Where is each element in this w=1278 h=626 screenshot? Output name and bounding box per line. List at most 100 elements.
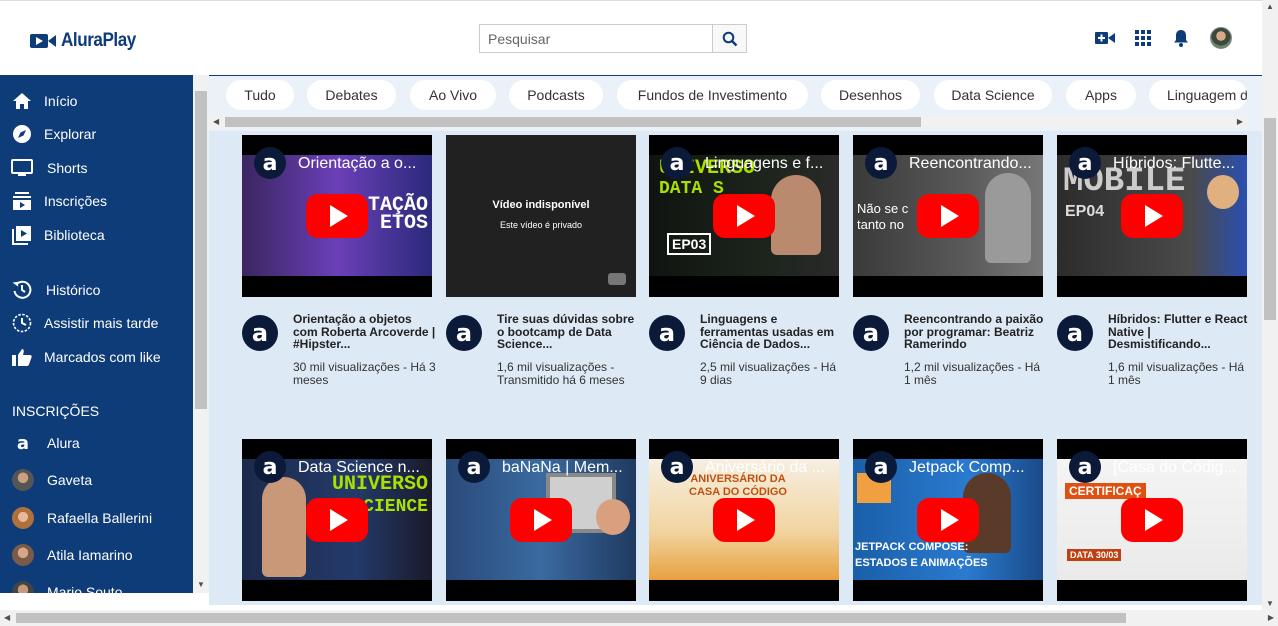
scroll-down-arrow-icon[interactable]: ▼	[197, 580, 205, 589]
video-card[interactable]: ANIVERSÁRIO DA CASA DO CÓDIGO a Aniversá…	[649, 439, 839, 601]
chip-ao-vivo[interactable]: Ao Vivo	[410, 80, 496, 110]
subscription-mario-souto[interactable]: Mario Souto	[0, 576, 193, 593]
subscription-label: Alura	[47, 435, 80, 451]
avatar	[12, 544, 34, 566]
video-meta: a Orientação a objetos com Roberta Arcov…	[242, 297, 436, 417]
play-icon[interactable]	[917, 498, 979, 542]
video-title[interactable]: Reencontrando a paixão por programar: Be…	[904, 313, 1047, 351]
play-icon[interactable]	[306, 498, 368, 542]
chip-podcasts[interactable]: Podcasts	[509, 80, 603, 110]
sidebar-scrollbar-thumb[interactable]	[195, 91, 207, 409]
sidebar-scrollbar[interactable]: ▼	[193, 75, 209, 593]
video-thumbnail[interactable]: UNIVERSO DATA S EP03 a Linguagens e f...	[649, 135, 839, 297]
video-thumbnail[interactable]: a baNaNa | Mem...	[446, 439, 636, 601]
sidebar-item-inscricoes[interactable]: Inscrições	[0, 185, 193, 217]
play-icon[interactable]	[306, 194, 368, 238]
chip-tudo[interactable]: Tudo	[226, 80, 294, 110]
video-thumbnail[interactable]: TAÇÃO ETOS a Orientação a o...	[242, 135, 432, 297]
page-vertical-scrollbar[interactable]: ▲ ▼	[1262, 0, 1278, 610]
channel-avatar[interactable]: a	[649, 315, 685, 351]
scroll-up-arrow-icon[interactable]: ▲	[1266, 2, 1274, 11]
subscription-rafaella-ballerini[interactable]: Rafaella Ballerini	[0, 502, 193, 534]
search-button[interactable]	[713, 24, 747, 53]
logo[interactable]: AluraPlay	[30, 30, 144, 52]
video-card[interactable]: CERTIFICAÇ DATA 30/03 a [Casa do Códig..…	[1057, 439, 1247, 601]
sidebar-item-explorar[interactable]: Explorar	[0, 118, 193, 150]
play-icon[interactable]	[713, 498, 775, 542]
video-card[interactable]: TAÇÃO ETOS a Orientação a o... a Orienta…	[242, 135, 436, 417]
chip-desenhos[interactable]: Desenhos	[821, 80, 920, 110]
shorts-icon	[11, 157, 33, 179]
video-card[interactable]: JETPACK COMPOSE: ESTADOS E ANIMAÇÕES a J…	[853, 439, 1043, 601]
scroll-left-arrow-icon[interactable]: ◀	[4, 613, 10, 622]
play-icon[interactable]	[1121, 498, 1183, 542]
video-title[interactable]: Linguagens e ferramentas usadas em Ciênc…	[700, 313, 843, 351]
scroll-right-arrow-icon[interactable]: ▶	[1237, 117, 1243, 126]
channel-avatar[interactable]: a	[446, 315, 482, 351]
video-thumbnail[interactable]: UNIVERSO SCIENCE a Data Science n...	[242, 439, 432, 601]
sidebar-item-marcados-com-like[interactable]: Marcados com like	[0, 341, 193, 373]
subscription-alura[interactable]: a Alura	[0, 427, 193, 459]
create-video-button[interactable]	[1094, 26, 1116, 50]
video-title[interactable]: Orientação a objetos com Roberta Arcover…	[293, 313, 436, 351]
channel-avatar[interactable]: a	[1057, 315, 1093, 351]
video-card[interactable]: a baNaNa | Mem...	[446, 439, 636, 601]
video-card[interactable]: Vídeo indisponível Este vídeo é privado …	[446, 135, 636, 417]
thumbnail-text: CERTIFICAÇ	[1065, 483, 1146, 499]
thumbnail-text: TAÇÃO ETOS	[367, 194, 428, 235]
sidebar-item-inicio[interactable]: Início	[0, 85, 193, 117]
thumbs-up-icon	[11, 346, 33, 368]
chip-data-science[interactable]: Data Science	[934, 80, 1052, 110]
play-icon[interactable]	[510, 498, 572, 542]
page-hscrollbar-thumb[interactable]	[16, 613, 1126, 623]
thumbnail-title: Orientação a o...	[298, 155, 417, 172]
play-icon[interactable]	[917, 194, 979, 238]
channel-avatar[interactable]: a	[853, 315, 889, 351]
subscription-label: Atila Iamarino	[47, 547, 133, 563]
play-icon[interactable]	[713, 194, 775, 238]
video-title[interactable]: Híbridos: Flutter e React Native | Desmi…	[1108, 313, 1251, 351]
scroll-right-arrow-icon[interactable]: ▶	[1268, 613, 1274, 622]
video-card[interactable]: Não se c tanto no a Reencontrando... a R…	[853, 135, 1043, 417]
apps-button[interactable]	[1132, 26, 1154, 50]
video-card[interactable]: UNIVERSO DATA S EP03 a Linguagens e f...…	[649, 135, 839, 417]
scroll-left-arrow-icon[interactable]: ◀	[213, 117, 219, 126]
sidebar-item-assistir-mais-tarde[interactable]: Assistir mais tarde	[0, 307, 193, 339]
channel-avatar[interactable]: a	[242, 315, 278, 351]
video-thumbnail[interactable]: CERTIFICAÇ DATA 30/03 a [Casa do Códig..…	[1057, 439, 1247, 601]
video-thumbnail[interactable]: MOBILE EP04 a Híbridos: Flutte...	[1057, 135, 1247, 297]
page-scrollbar-thumb[interactable]	[1264, 118, 1276, 320]
video-thumbnail-unavailable[interactable]: Vídeo indisponível Este vídeo é privado	[446, 135, 636, 297]
chips-scrollbar-thumb[interactable]	[225, 117, 921, 127]
video-stats: 1,6 mil visualizações - Há 1 mês	[1108, 360, 1245, 387]
chip-debates[interactable]: Debates	[307, 80, 396, 110]
notifications-button[interactable]	[1170, 26, 1192, 50]
page-horizontal-scrollbar[interactable]: ◀ ▶	[0, 610, 1278, 626]
thumbnail-title: Reencontrando...	[909, 155, 1032, 172]
subscription-atila-iamarino[interactable]: Atila Iamarino	[0, 539, 193, 571]
video-thumbnail[interactable]: ANIVERSÁRIO DA CASA DO CÓDIGO a Aniversá…	[649, 439, 839, 601]
sidebar-item-historico[interactable]: Histórico	[0, 274, 193, 306]
unavailable-title: Vídeo indisponível	[492, 199, 590, 211]
subscription-gaveta[interactable]: Gaveta	[0, 464, 193, 496]
video-title[interactable]: Tire suas dúvidas sobre o bootcamp de Da…	[497, 313, 640, 351]
user-avatar[interactable]	[1210, 27, 1232, 49]
video-thumbnail[interactable]: JETPACK COMPOSE: ESTADOS E ANIMAÇÕES a J…	[853, 439, 1043, 601]
chip-apps[interactable]: Apps	[1066, 80, 1136, 110]
category-chips: Tudo Debates Ao Vivo Podcasts Fundos de …	[209, 75, 1262, 131]
search-input[interactable]	[479, 24, 713, 53]
play-icon[interactable]	[1121, 194, 1183, 238]
thumbnail-text: EP04	[1065, 203, 1105, 220]
sidebar-item-shorts[interactable]: Shorts	[0, 152, 193, 184]
chips-scrollbar[interactable]: ◀ ▶	[209, 115, 1247, 129]
video-card[interactable]: UNIVERSO SCIENCE a Data Science n...	[242, 439, 432, 601]
thumbnail-title: Data Science n...	[298, 459, 420, 476]
sidebar-item-label: Explorar	[44, 126, 97, 142]
chip-fundos-de-investimento[interactable]: Fundos de Investimento	[617, 80, 808, 110]
sidebar-item-biblioteca[interactable]: Biblioteca	[0, 219, 193, 251]
video-thumbnail[interactable]: Não se c tanto no a Reencontrando...	[853, 135, 1043, 297]
chip-linguagem[interactable]: Linguagem de	[1149, 80, 1247, 110]
video-card[interactable]: MOBILE EP04 a Híbridos: Flutte... a Híbr…	[1057, 135, 1247, 417]
scroll-down-arrow-icon[interactable]: ▼	[1266, 599, 1274, 608]
thumbnail-text: EP03	[667, 233, 712, 255]
